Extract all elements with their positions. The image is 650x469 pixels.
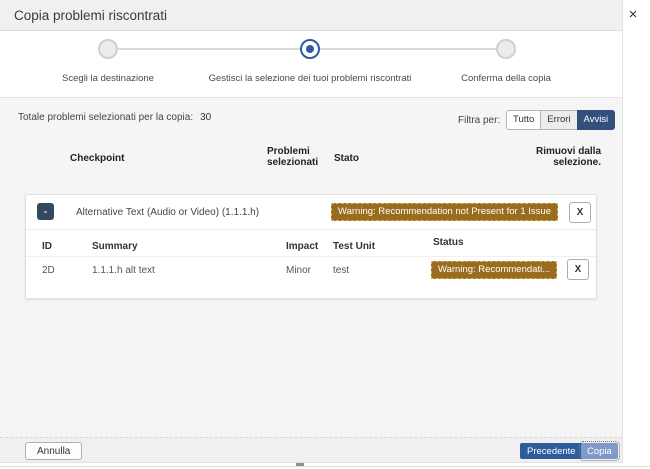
checkpoint-group-card: - Alternative Text (Audio or Video) (1.1… [25,194,597,299]
remove-group-button[interactable]: X [569,202,591,223]
filter-errori-button[interactable]: Errori [540,110,577,130]
column-header-rimuovi: Rimuovi dalla selezione. [521,146,601,168]
content-panel: Totale problemi selezionati per la copia… [0,97,622,437]
close-icon[interactable]: × [623,5,643,25]
step-3-circle[interactable] [496,39,516,59]
total-selected-label: Totale problemi selezionati per la copia… [18,112,193,123]
issue-impact-cell: Minor [286,265,311,276]
issue-test-unit-cell: test [333,265,349,276]
modal-header: Copia problemi riscontrati [0,0,622,31]
total-selected-text: Totale problemi selezionati per la copia… [18,112,211,123]
step-3-label: Conferma della copia [406,73,606,84]
modal-footer: Annulla Precedente Copia [0,437,622,462]
filter-button-group: Tutto Errori Avvisi [506,110,615,130]
collapse-button[interactable]: - [37,203,54,220]
subtable-divider [26,256,596,257]
subtable-header-id: ID [42,241,52,252]
issue-warning-badge: Warning: Recommendati... [431,261,557,279]
checkpoint-name: Alternative Text (Audio or Video) (1.1.1… [76,207,259,218]
group-warning-badge: Warning: Recommendation not Present for … [331,203,558,221]
issue-id-cell: 2D [42,265,55,276]
filter-label: Filtra per: [458,115,500,126]
cancel-button[interactable]: Annulla [25,442,82,460]
previous-button[interactable]: Precedente [520,443,583,459]
stepper: Scegli la destinazione Gestisci la selez… [0,31,622,97]
filter-tutto-button[interactable]: Tutto [506,110,541,130]
subtable-header-status: Status [433,237,464,248]
subtable-header-test-unit: Test Unit [333,241,375,252]
filter-avvisi-button[interactable]: Avvisi [577,110,616,130]
step-2-label: Gestisci la selezione dei tuoi problemi … [185,73,435,84]
subtable-header-summary: Summary [92,241,138,252]
remove-issue-button[interactable]: X [567,259,589,280]
step-2-circle-active[interactable] [300,39,320,59]
subtable-header-impact: Impact [286,241,318,252]
copy-issues-modal: Copia problemi riscontrati Scegli la des… [0,0,623,463]
total-selected-value: 30 [200,112,211,123]
row-divider [26,229,596,230]
modal-title: Copia problemi riscontrati [14,0,167,31]
column-header-checkpoint: Checkpoint [70,153,124,164]
column-header-stato: Stato [334,153,359,164]
issue-summary-cell: 1.1.1.h alt text [92,265,155,276]
page-artifact-line [0,466,650,467]
step-1-label: Scegli la destinazione [8,73,208,84]
screen: Copia problemi riscontrati Scegli la des… [0,0,650,469]
column-header-problemi-selezionati: Problemi selezionati [267,146,323,168]
step-1-circle[interactable] [98,39,118,59]
copy-button[interactable]: Copia [581,443,618,459]
